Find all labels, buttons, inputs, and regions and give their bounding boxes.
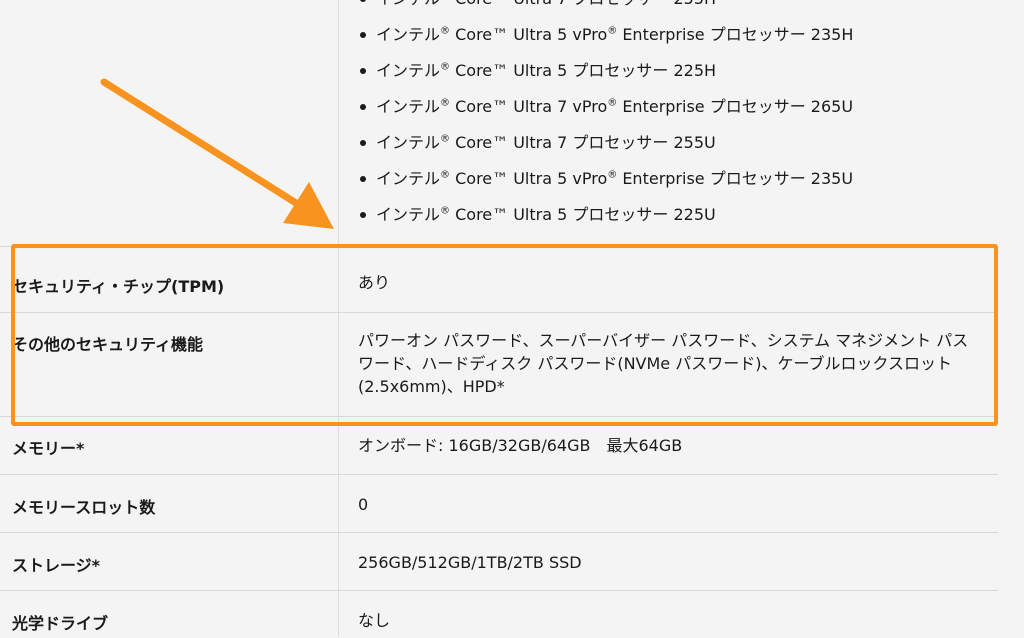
processor-item: インテル® Core™ Ultra 7 vPro® Enterprise プロセ…: [358, 89, 853, 125]
row-label: ストレージ*: [12, 556, 101, 575]
row-value: なし: [358, 611, 391, 630]
spec-row-optical-drive: 光学ドライブ なし: [0, 590, 998, 638]
processor-item: インテル® Core™ Ultra 7 プロセッサー 255H: [358, 0, 853, 17]
row-label: その他のセキュリティ機能: [12, 335, 204, 354]
row-label: メモリースロット数: [12, 498, 156, 517]
row-value: オンボード: 16GB/32GB/64GB 最大64GB: [358, 436, 683, 455]
spec-row-memory-slots: メモリースロット数 0: [0, 474, 998, 533]
processor-item: インテル® Core™ Ultra 5 プロセッサー 225H: [358, 53, 853, 89]
spec-row-tpm: セキュリティ・チップ(TPM) あり: [0, 246, 998, 313]
row-label: セキュリティ・チップ(TPM): [12, 277, 225, 296]
row-value: パワーオン パスワード、スーパーバイザー パスワード、システム マネジメント パ…: [358, 331, 969, 396]
processor-item: インテル® Core™ Ultra 5 プロセッサー 225U: [358, 197, 853, 233]
row-value: あり: [358, 273, 391, 292]
row-label: 光学ドライブ: [12, 614, 109, 633]
spec-row-storage: ストレージ* 256GB/512GB/1TB/2TB SSD: [0, 532, 998, 591]
processor-item: インテル® Core™ Ultra 7 プロセッサー 255U: [358, 125, 853, 161]
row-label: メモリー*: [12, 439, 85, 458]
processor-list: インテル® Core™ Ultra 7 プロセッサー 255H インテル® Co…: [358, 0, 853, 233]
spec-row-memory: メモリー* オンボード: 16GB/32GB/64GB 最大64GB: [0, 416, 998, 475]
spec-row-other-security: その他のセキュリティ機能 パワーオン パスワード、スーパーバイザー パスワード、…: [0, 312, 998, 417]
processor-item: インテル® Core™ Ultra 5 vPro® Enterprise プロセ…: [358, 161, 853, 197]
processor-item: インテル® Core™ Ultra 5 vPro® Enterprise プロセ…: [358, 17, 853, 53]
row-value: 0: [358, 495, 369, 514]
row-value: 256GB/512GB/1TB/2TB SSD: [358, 553, 582, 572]
